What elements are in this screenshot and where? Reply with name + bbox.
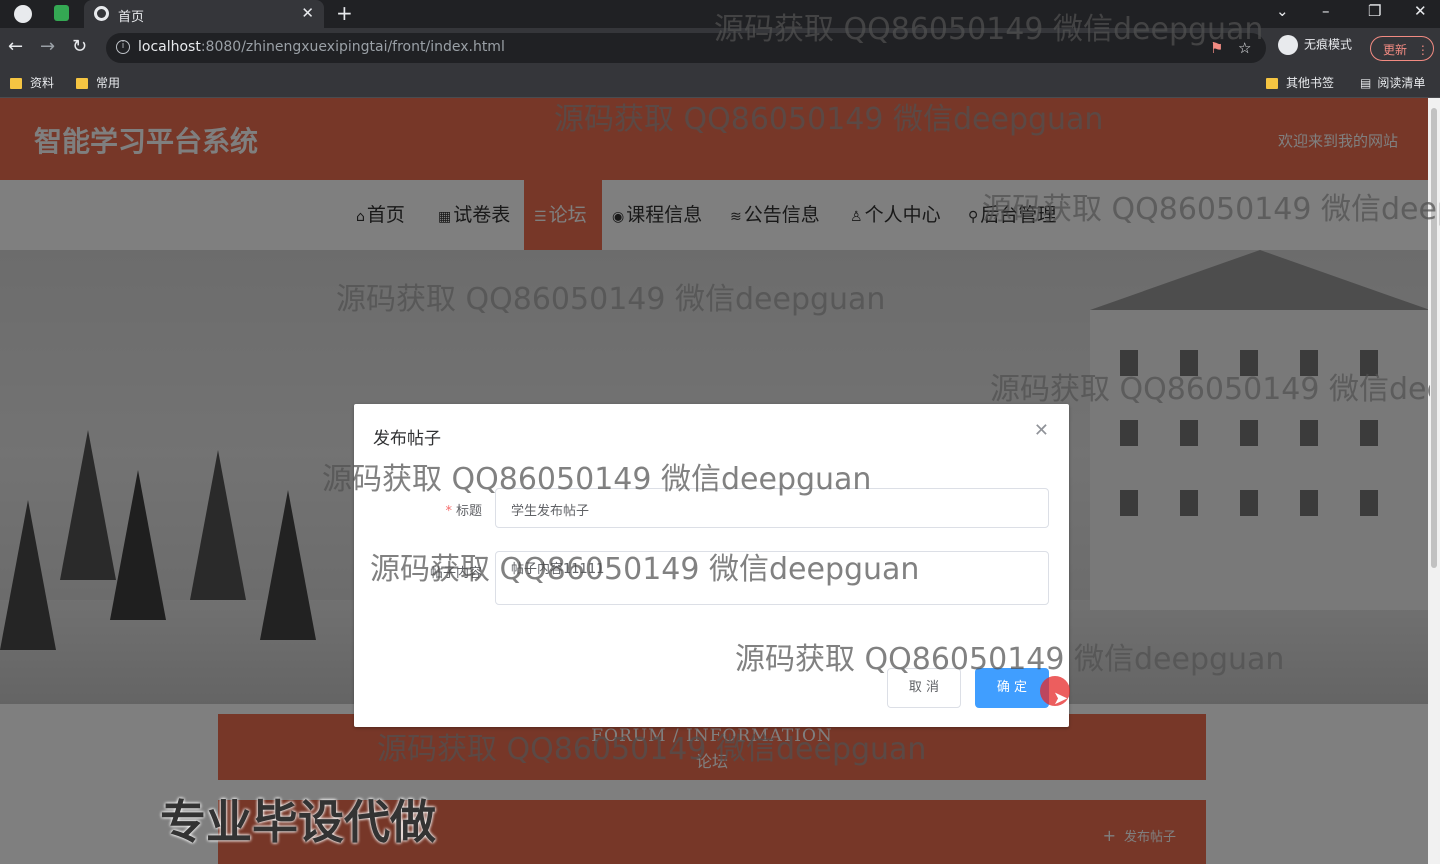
- reading-list-icon: ▤: [1360, 76, 1372, 90]
- title-label: * 标题: [354, 500, 482, 519]
- confirm-button[interactable]: 确 定: [975, 668, 1049, 708]
- folder-icon: [10, 78, 22, 89]
- content-label: 帖子内容: [429, 566, 482, 581]
- folder-icon: [76, 78, 88, 89]
- globe-icon: [94, 6, 109, 21]
- folder-icon: [1266, 78, 1278, 89]
- bookmark-label: 常用: [96, 76, 121, 90]
- cancel-button[interactable]: 取 消: [887, 668, 961, 708]
- update-button[interactable]: 更新 ⋮: [1370, 36, 1434, 61]
- page-scrollbar[interactable]: [1428, 98, 1440, 864]
- dialog-title: 发布帖子: [373, 429, 441, 449]
- bookmark-folder[interactable]: 常用: [76, 74, 120, 91]
- content-textarea[interactable]: 帖子内容11111: [495, 551, 1049, 605]
- browser-tab[interactable]: 首页 ✕: [84, 0, 324, 28]
- incognito-indicator[interactable]: 无痕模式: [1278, 35, 1352, 55]
- window-close-icon[interactable]: ✕: [1414, 2, 1427, 20]
- url-host: localhost: [138, 39, 201, 55]
- title-label-text: 标题: [455, 504, 482, 519]
- bookmark-label: 其他书签: [1286, 76, 1335, 90]
- bookmark-label: 资料: [30, 76, 55, 90]
- mouse-cursor-icon: ➤: [1053, 688, 1069, 709]
- reading-list[interactable]: ▤ 阅读清单: [1360, 74, 1425, 91]
- url-text: localhost:8080/zhinengxuexipingtai/front…: [138, 39, 505, 55]
- address-bar[interactable]: i localhost:8080/zhinengxuexipingtai/fro…: [106, 33, 1266, 63]
- reload-icon[interactable]: ↻: [72, 36, 87, 57]
- update-label: 更新: [1383, 43, 1408, 57]
- publish-post-dialog: 发布帖子 ✕ * 标题 学生发布帖子 帖子内容 帖子内容11111 取 消 确 定: [354, 404, 1069, 727]
- required-mark: *: [445, 504, 452, 519]
- bookmark-folder[interactable]: 资料: [10, 74, 54, 91]
- web-page: 智能学习平台系统 欢迎来到我的网站 ⌂首页 ▦试卷表 ☰论坛 ◉课程信息 ≋公告…: [0, 98, 1428, 864]
- browser-tab-bar: 首页 ✕ + ⌄ – ❐ ✕: [0, 0, 1440, 28]
- incognito-icon: [1278, 35, 1298, 55]
- chevron-down-icon[interactable]: ⌄: [1276, 2, 1289, 20]
- close-icon[interactable]: ✕: [301, 4, 314, 22]
- close-icon[interactable]: ✕: [1034, 420, 1049, 441]
- bookmarks-bar: 资料 常用 其他书签 ▤ 阅读清单: [0, 68, 1440, 98]
- bookmark-label: 阅读清单: [1377, 76, 1426, 90]
- url-path: :8080/zhinengxuexipingtai/front/index.ht…: [200, 39, 505, 55]
- translate-blocked-icon[interactable]: ⚑: [1210, 39, 1223, 57]
- info-icon[interactable]: i: [116, 40, 130, 54]
- browser-toolbar: ← → ↻ i localhost:8080/zhinengxuexipingt…: [0, 28, 1440, 68]
- promo-watermark: 专业毕设代做: [160, 795, 436, 849]
- tab-title: 首页: [118, 10, 145, 25]
- browser-menu-icon[interactable]: [14, 5, 32, 23]
- sheet-app-icon[interactable]: [54, 5, 69, 21]
- restore-icon[interactable]: ❐: [1368, 2, 1381, 20]
- minimize-icon[interactable]: –: [1322, 2, 1330, 20]
- more-icon: ⋮: [1416, 43, 1429, 57]
- back-icon[interactable]: ←: [8, 36, 23, 57]
- title-input[interactable]: 学生发布帖子: [495, 488, 1049, 528]
- forward-icon[interactable]: →: [40, 36, 55, 57]
- new-tab-button[interactable]: +: [336, 1, 353, 25]
- incognito-label: 无痕模式: [1304, 37, 1353, 52]
- scrollbar-thumb[interactable]: [1431, 108, 1437, 568]
- star-icon[interactable]: ☆: [1238, 39, 1251, 57]
- other-bookmarks[interactable]: 其他书签: [1266, 74, 1334, 91]
